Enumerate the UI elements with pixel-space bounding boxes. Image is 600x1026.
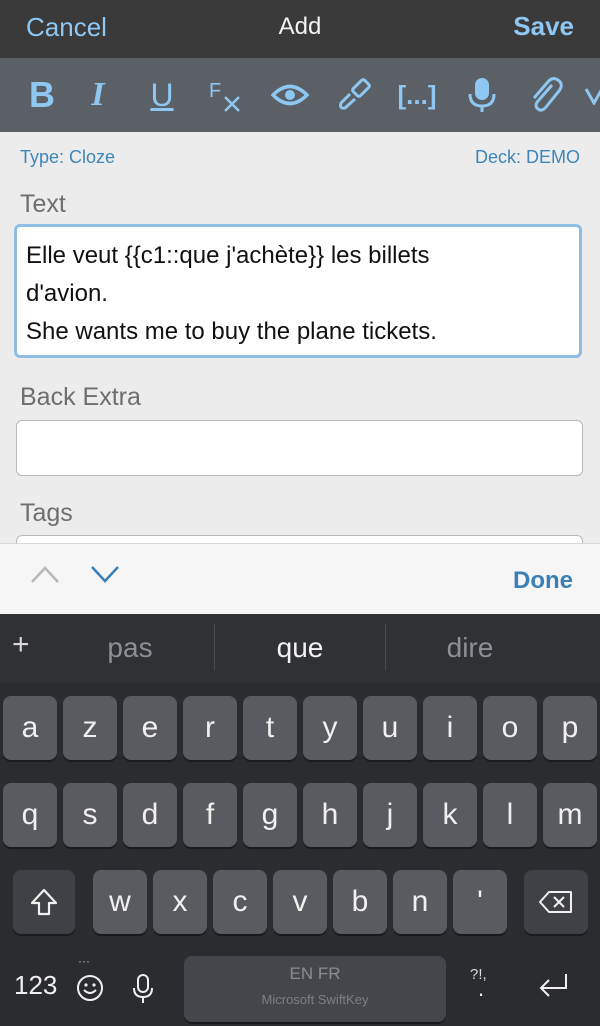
key-s[interactable]: s	[63, 783, 117, 847]
italic-button[interactable]: I	[82, 58, 114, 132]
key-o[interactable]: o	[483, 696, 537, 760]
back-extra-label: Back Extra	[20, 383, 141, 411]
more-tools-button[interactable]	[584, 58, 600, 132]
key-m[interactable]: m	[543, 783, 597, 847]
space-brand-label: Microsoft SwiftKey	[261, 992, 369, 1007]
key-r[interactable]: r	[183, 696, 237, 760]
italic-icon: I	[91, 76, 105, 113]
attach-button[interactable]	[524, 58, 568, 132]
key-c[interactable]: c	[213, 870, 267, 934]
note-type-link[interactable]: Type: Cloze	[20, 147, 115, 168]
next-field-icon[interactable]	[90, 564, 120, 584]
page-title: Add	[278, 13, 322, 40]
key-y[interactable]: y	[303, 696, 357, 760]
return-key[interactable]	[538, 972, 570, 998]
formatting-toolbar: B I U F [...]	[0, 58, 600, 132]
paperclip-icon	[532, 77, 563, 112]
chevron-more-icon	[584, 88, 600, 105]
text-line-3: She wants me to buy the plane tickets.	[26, 318, 437, 345]
navigation-bar: Cancel Add Save	[0, 0, 600, 58]
preview-button[interactable]	[268, 58, 312, 132]
key-g[interactable]: g	[243, 783, 297, 847]
space-bar[interactable]: EN FR Microsoft SwiftKey	[184, 956, 446, 1022]
key-j[interactable]: j	[363, 783, 417, 847]
shift-key[interactable]	[13, 870, 75, 934]
text-line-1: Elle veut {{c1::que j'achète}} les bille…	[26, 242, 430, 269]
key-k[interactable]: k	[423, 783, 477, 847]
prediction-bar: + pas que dire	[0, 614, 600, 682]
underline-icon: U	[150, 76, 174, 113]
key-b[interactable]: b	[333, 870, 387, 934]
keyboard: + pas que dire a z e r t y u i o p q s d…	[0, 614, 600, 1026]
space-language-label: EN FR	[289, 964, 341, 983]
key-h[interactable]: h	[303, 783, 357, 847]
key-a[interactable]: a	[3, 696, 57, 760]
key-u[interactable]: u	[363, 696, 417, 760]
microphone-icon	[133, 974, 153, 1003]
key-q[interactable]: q	[3, 783, 57, 847]
prediction-center[interactable]: que	[215, 632, 385, 664]
backspace-icon	[539, 891, 572, 913]
key-w[interactable]: w	[93, 870, 147, 934]
key-d[interactable]: d	[123, 783, 177, 847]
emoji-more-dots: ···	[78, 954, 90, 968]
paintbrush-icon	[339, 78, 371, 110]
delete-key[interactable]	[524, 870, 588, 934]
previous-field-icon[interactable]	[30, 564, 60, 584]
return-icon	[539, 974, 567, 997]
cloze-button[interactable]: [...]	[394, 58, 440, 132]
key-l[interactable]: l	[483, 783, 537, 847]
clear-format-icon: F	[209, 80, 240, 112]
record-audio-button[interactable]	[460, 58, 504, 132]
text-field-label: Text	[20, 190, 66, 218]
save-button[interactable]: Save	[513, 11, 574, 42]
done-button[interactable]: Done	[513, 567, 573, 595]
microphone-icon	[468, 78, 496, 112]
back-extra-field[interactable]	[16, 420, 583, 476]
text-field[interactable]: Elle veut {{c1::que j'achète}} les bille…	[14, 224, 582, 358]
key-t[interactable]: t	[243, 696, 297, 760]
emoji-key[interactable]	[76, 974, 104, 1002]
key-e[interactable]: e	[123, 696, 177, 760]
key-v[interactable]: v	[273, 870, 327, 934]
key-x[interactable]: x	[153, 870, 207, 934]
key-i[interactable]: i	[423, 696, 477, 760]
dictation-key[interactable]	[132, 974, 154, 1004]
key-p[interactable]: p	[543, 696, 597, 760]
numbers-key[interactable]: 123	[14, 970, 57, 1001]
period-key[interactable]: .	[478, 976, 484, 1002]
paintbrush-button[interactable]	[332, 58, 376, 132]
bold-icon: B	[29, 74, 55, 115]
underline-button[interactable]: U	[144, 58, 180, 132]
clear-format-button[interactable]: F	[204, 58, 244, 132]
key-z[interactable]: z	[63, 696, 117, 760]
deck-link[interactable]: Deck: DEMO	[475, 147, 580, 168]
tags-label: Tags	[20, 499, 73, 527]
cloze-icon: [...]	[397, 79, 437, 110]
svg-text:F: F	[209, 80, 221, 102]
key-f[interactable]: f	[183, 783, 237, 847]
text-line-2: d'avion.	[26, 280, 108, 307]
emoji-icon	[77, 975, 103, 1001]
key-apostrophe[interactable]: '	[453, 870, 507, 934]
shift-icon	[30, 888, 58, 916]
keyboard-accessory-bar: Done	[0, 543, 600, 615]
preview-eye-icon	[271, 84, 309, 106]
bold-button[interactable]: B	[22, 58, 62, 132]
key-n[interactable]: n	[393, 870, 447, 934]
prediction-left[interactable]: pas	[45, 632, 215, 664]
toolbar-plus-button[interactable]: +	[12, 628, 30, 662]
prediction-right[interactable]: dire	[385, 632, 555, 664]
